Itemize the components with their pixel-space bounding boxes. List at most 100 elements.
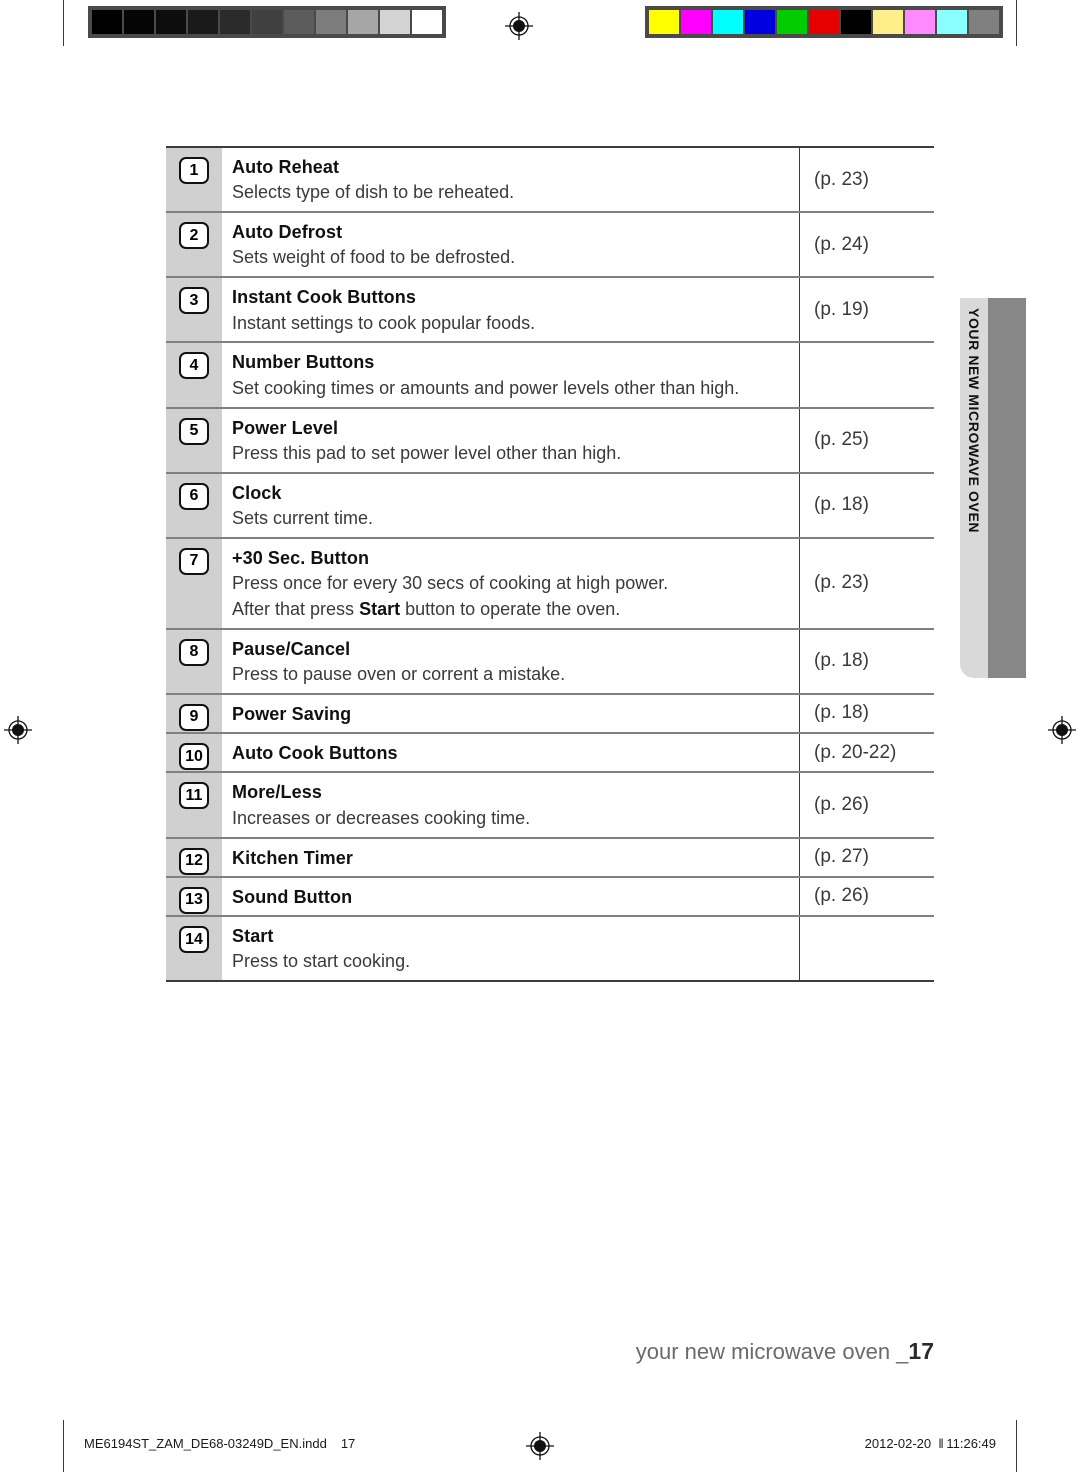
row-description: Sets weight of food to be defrosted. xyxy=(232,247,516,268)
table-row: 11 More/Less Increases or decreases cookin… xyxy=(166,773,934,839)
row-page-reference: (p. 18) xyxy=(814,650,869,672)
print-slug-separator: ‖ xyxy=(938,1436,943,1451)
row-page-reference: (p. 20-22) xyxy=(814,741,897,763)
row-description: Press once for every 30 secs of cooking … xyxy=(232,573,669,594)
table-row: 9 Power Saving (p. 18) xyxy=(166,694,934,735)
row-number-cell: 7 xyxy=(166,538,222,628)
row-number-cell: 12 xyxy=(166,838,222,876)
row-description-cell: Power Level Press this pad to set power l… xyxy=(222,408,800,472)
row-description-cell: Auto Defrost Sets weight of food to be de… xyxy=(222,213,800,277)
row-page-reference-cell: (p. 18) xyxy=(800,629,934,693)
row-number-cell: 2 xyxy=(166,213,222,277)
row-title: Start xyxy=(232,926,274,947)
row-number-badge: 9 xyxy=(179,703,209,731)
row-page-reference-cell: (p. 25) xyxy=(800,408,934,472)
print-slug-date: 2012-02-20 xyxy=(864,1436,932,1451)
table-row: 14 Start Press to start cooking. xyxy=(166,917,934,981)
row-page-reference-cell xyxy=(800,917,934,981)
row-description-cell: Instant Cook Buttons Instant settings to … xyxy=(222,278,800,342)
row-number-badge: 8 xyxy=(179,638,209,666)
row-page-reference: (p. 24) xyxy=(814,233,869,255)
row-number-badge: 13 xyxy=(179,886,209,914)
row-title: Sound Button xyxy=(232,886,353,907)
row-description-cell: +30 Sec. Button Press once for every 30 s… xyxy=(222,538,800,628)
row-description-prefix: After that press xyxy=(232,598,360,619)
row-page-reference-cell: (p. 20-22) xyxy=(800,734,934,772)
row-number-cell: 11 xyxy=(166,773,222,837)
row-description-cell: Power Saving xyxy=(222,694,800,733)
table-row: 4 Number Buttons Set cooking times or amou… xyxy=(166,343,934,409)
row-page-reference: (p. 18) xyxy=(814,494,869,516)
table-row: 8 Pause/Cancel Press to pause oven or corr… xyxy=(166,629,934,695)
row-number-badge: 1 xyxy=(179,157,209,184)
page-sheet: 1 Auto Reheat Selects type of dish to be r… xyxy=(0,0,1080,1472)
row-description-cell: Start Press to start cooking. xyxy=(222,917,800,981)
print-slug-filename: ME6194ST_ZAM_DE68-03249D_EN.indd 17 xyxy=(84,1436,355,1451)
row-number-cell: 1 xyxy=(166,148,222,212)
row-title: Kitchen Timer xyxy=(232,847,353,868)
page-footer-label: your new microwave oven _ xyxy=(635,1339,909,1364)
row-title: +30 Sec. Button xyxy=(232,547,370,568)
row-title: Power Level xyxy=(232,417,339,438)
row-description-second-line: After that press Start button to operate… xyxy=(232,597,799,622)
row-number-badge: 5 xyxy=(179,417,209,445)
table-row: 2 Auto Defrost Sets weight of food to be d… xyxy=(166,213,934,279)
row-title: Auto Reheat xyxy=(232,157,340,177)
row-description: Press to start cooking. xyxy=(232,951,411,972)
row-page-reference: (p. 27) xyxy=(814,846,869,868)
row-number-badge: 7 xyxy=(179,547,209,575)
row-number-cell: 9 xyxy=(166,694,222,733)
row-description-cell: Number Buttons Set cooking times or amoun… xyxy=(222,343,800,407)
row-number-cell: 5 xyxy=(166,408,222,472)
row-number-cell: 14 xyxy=(166,917,222,981)
row-number-cell: 10 xyxy=(166,734,222,772)
row-number-cell: 6 xyxy=(166,473,222,537)
row-title: Pause/Cancel xyxy=(232,638,351,659)
table-row: 3 Instant Cook Buttons Instant settings to… xyxy=(166,278,934,344)
table-row: 6 Clock Sets current time. (p. 18) xyxy=(166,473,934,539)
table-row: 7 +30 Sec. Button Press once for every 30 … xyxy=(166,538,934,630)
row-number-badge: 3 xyxy=(179,287,209,315)
row-number-badge: 10 xyxy=(179,743,209,771)
row-description: Instant settings to cook popular foods. xyxy=(232,312,536,333)
row-number-badge: 14 xyxy=(179,926,209,954)
page-footer: your new microwave oven _17 xyxy=(636,1338,934,1365)
row-title: Clock xyxy=(232,482,282,503)
print-slug-page: 17 xyxy=(340,1436,356,1451)
row-title: More/Less xyxy=(232,782,322,803)
row-page-reference: (p. 26) xyxy=(814,793,869,815)
row-number-cell: 3 xyxy=(166,278,222,342)
row-description-cell: Clock Sets current time. xyxy=(222,473,800,537)
row-title: Auto Defrost xyxy=(232,222,343,243)
row-page-reference-cell: (p. 19) xyxy=(800,278,934,342)
row-description: Set cooking times or amounts and power l… xyxy=(232,377,740,398)
row-description: Sets current time. xyxy=(232,507,374,528)
row-description-cell: Auto Reheat Selects type of dish to be re… xyxy=(222,148,800,212)
row-description: Press to pause oven or corrent a mistake… xyxy=(232,664,566,684)
row-page-reference-cell: (p. 23) xyxy=(800,538,934,628)
table-row: 10 Auto Cook Buttons (p. 20-22) xyxy=(166,734,934,774)
row-page-reference-cell: (p. 18) xyxy=(800,473,934,537)
row-page-reference: (p. 19) xyxy=(814,298,869,320)
table-row: 13 Sound Button (p. 26) xyxy=(166,877,934,918)
row-description-cell: Auto Cook Buttons xyxy=(222,734,800,772)
row-description: Selects type of dish to be reheated. xyxy=(232,182,515,203)
row-description-bold-term: Start xyxy=(359,598,401,619)
row-description-cell: Kitchen Timer xyxy=(222,838,800,876)
table-row: 12 Kitchen Timer (p. 27) xyxy=(166,838,934,878)
row-page-reference-cell: (p. 23) xyxy=(800,148,934,212)
row-number-badge: 11 xyxy=(179,782,209,810)
table-row: 5 Power Level Press this pad to set power … xyxy=(166,408,934,474)
row-description-cell: More/Less Increases or decreases cooking … xyxy=(222,773,800,837)
print-slug-filename-text: ME6194ST_ZAM_DE68-03249D_EN.indd xyxy=(84,1436,327,1451)
row-page-reference: (p. 23) xyxy=(814,168,869,190)
row-page-reference: (p. 23) xyxy=(814,572,869,594)
row-number-badge: 6 xyxy=(179,482,209,510)
row-page-reference-cell xyxy=(800,343,934,407)
row-description: Increases or decreases cooking time. xyxy=(232,807,531,828)
row-page-reference-cell: (p. 27) xyxy=(800,838,934,876)
row-number-badge: 12 xyxy=(179,847,209,875)
row-description-cell: Pause/Cancel Press to pause oven or corre… xyxy=(222,629,800,693)
side-tab-bar xyxy=(988,298,1026,678)
row-page-reference: (p. 18) xyxy=(814,702,869,724)
